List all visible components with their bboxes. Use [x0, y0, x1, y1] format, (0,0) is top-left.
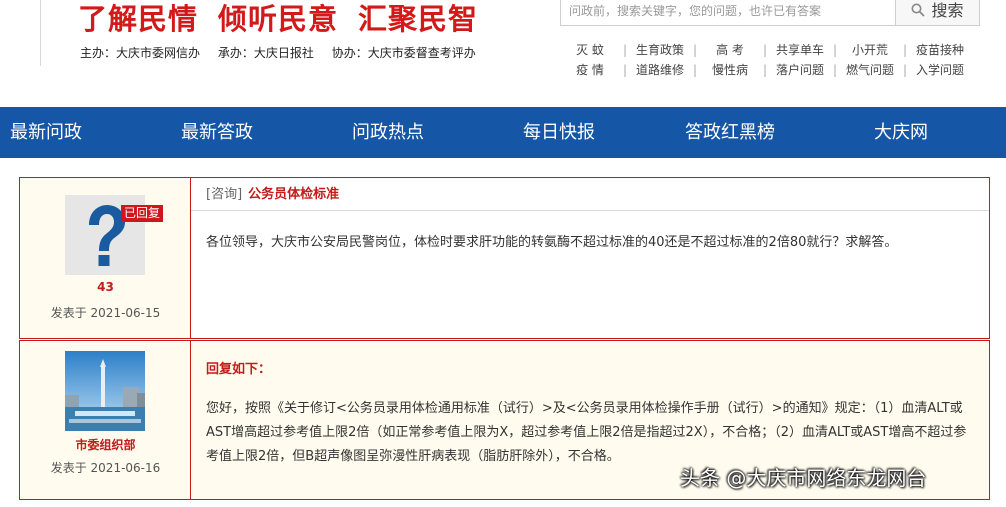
hot-tag[interactable]: 高 考 — [700, 40, 760, 60]
search-icon — [911, 1, 926, 23]
search-button[interactable]: 搜索 — [896, 0, 980, 26]
tag-separator: | — [622, 43, 628, 57]
tag-separator: | — [622, 63, 628, 77]
hot-tag[interactable]: 燃气问题 — [840, 60, 900, 80]
question-post: 已回复 43 发表于 2021-06-15 [咨询] 公务员体检标准 各位领导，大… — [19, 177, 990, 339]
answer-date: 发表于 2021-06-16 — [50, 461, 161, 475]
tag-separator: | — [902, 43, 908, 57]
hot-tag[interactable]: 疫 情 — [560, 60, 620, 80]
hot-tag[interactable]: 灭 蚊 — [560, 40, 620, 60]
slogan-part-2: 倾听民意 — [218, 2, 339, 36]
hot-tag-row: 灭 蚊 | 生育政策 | 高 考 | 共享单车 | 小开荒 | 疫苗接种 — [560, 40, 980, 60]
slogan-part-3: 汇聚民智 — [358, 2, 479, 36]
tag-separator: | — [692, 43, 698, 57]
nav-ranking[interactable]: 答政红黑榜 — [685, 107, 775, 158]
hot-tag[interactable]: 生育政策 — [630, 40, 690, 60]
slogan-part-1: 了解民情 — [78, 2, 199, 36]
question-author-panel: 已回复 43 发表于 2021-06-15 — [20, 178, 191, 338]
hot-tags: 灭 蚊 | 生育政策 | 高 考 | 共享单车 | 小开荒 | 疫苗接种 疫 情 | 道路维… — [560, 40, 980, 80]
hot-tag[interactable]: 共享单车 — [770, 40, 830, 60]
sponsor-organizer: 承办：大庆日报社 — [217, 46, 314, 60]
replied-badge: 已回复 — [121, 205, 164, 222]
hot-tag[interactable]: 小开荒 — [840, 40, 900, 60]
main-nav: 最新问政 最新答政 问政热点 每日快报 答政红黑榜 大庆网 — [0, 107, 1006, 158]
tag-separator: | — [832, 63, 838, 77]
nav-latest-answers[interactable]: 最新答政 — [181, 107, 253, 158]
site-slogan: 了解民情 倾听民意 汇聚民智 — [78, 0, 498, 38]
question-title-bar: [咨询] 公务员体检标准 — [191, 178, 989, 211]
site-header: 了解民情 倾听民意 汇聚民智 主办：大庆市委网信办 承办：大庆日报社 协办：大庆市委… — [0, 0, 1006, 107]
nav-hot-topics[interactable]: 问政热点 — [352, 107, 424, 158]
tag-separator: | — [762, 63, 768, 77]
question-author[interactable]: 43 — [20, 280, 191, 294]
sponsor-host: 主办：大庆市委网信办 — [80, 46, 201, 60]
question-content: [咨询] 公务员体检标准 各位领导，大庆市公安局民警岗位，体检时要求肝功能的转氨酶… — [191, 178, 989, 338]
nav-latest-questions[interactable]: 最新问政 — [10, 107, 82, 158]
sponsor-co-organizer: 协办：大庆市委督查考评办 — [331, 46, 476, 60]
answer-author[interactable]: 市委组织部 — [20, 436, 191, 453]
tag-separator: | — [692, 63, 698, 77]
hot-tag[interactable]: 疫苗接种 — [910, 40, 970, 60]
hot-tag[interactable]: 入学问题 — [910, 60, 970, 80]
source-watermark: 头条 @大庆市网络东龙网台 — [680, 466, 927, 490]
tag-separator: | — [762, 43, 768, 57]
hot-tag[interactable]: 慢性病 — [700, 60, 760, 80]
search-button-label: 搜索 — [931, 1, 964, 20]
hot-tag[interactable]: 落户问题 — [770, 60, 830, 80]
answer-author-panel: 市委组织部 发表于 2021-06-16 — [20, 341, 191, 499]
question-body: 各位领导，大庆市公安局民警岗位，体检时要求肝功能的转氨酶不超过标准的40还是不超… — [206, 235, 898, 250]
answer-body: 您好，按照《关于修订<公务员录用体检通用标准（试行）>及<公务员录用体检操作手册… — [206, 401, 967, 464]
header-divider — [40, 0, 41, 66]
question-type: [咨询] — [206, 187, 243, 202]
city-photo-icon — [65, 351, 145, 431]
answer-heading: 回复如下： — [206, 362, 272, 377]
tag-separator: | — [832, 43, 838, 57]
tag-separator: | — [902, 63, 908, 77]
hot-tag[interactable]: 道路维修 — [630, 60, 690, 80]
search-input[interactable]: 问政前，搜索关键字，您的问题，也许已有答案 — [560, 0, 896, 26]
question-date: 发表于 2021-06-15 — [50, 306, 161, 320]
sponsor-line: 主办：大庆市委网信办 承办：大庆日报社 协办：大庆市委督查考评办 — [80, 44, 490, 61]
nav-daily-news[interactable]: 每日快报 — [523, 107, 595, 158]
nav-daqing-net[interactable]: 大庆网 — [874, 107, 928, 158]
question-title[interactable]: 公务员体检标准 — [248, 187, 339, 202]
avatar[interactable] — [65, 351, 145, 431]
hot-tag-row: 疫 情 | 道路维修 | 慢性病 | 落户问题 | 燃气问题 | 入学问题 — [560, 60, 980, 80]
